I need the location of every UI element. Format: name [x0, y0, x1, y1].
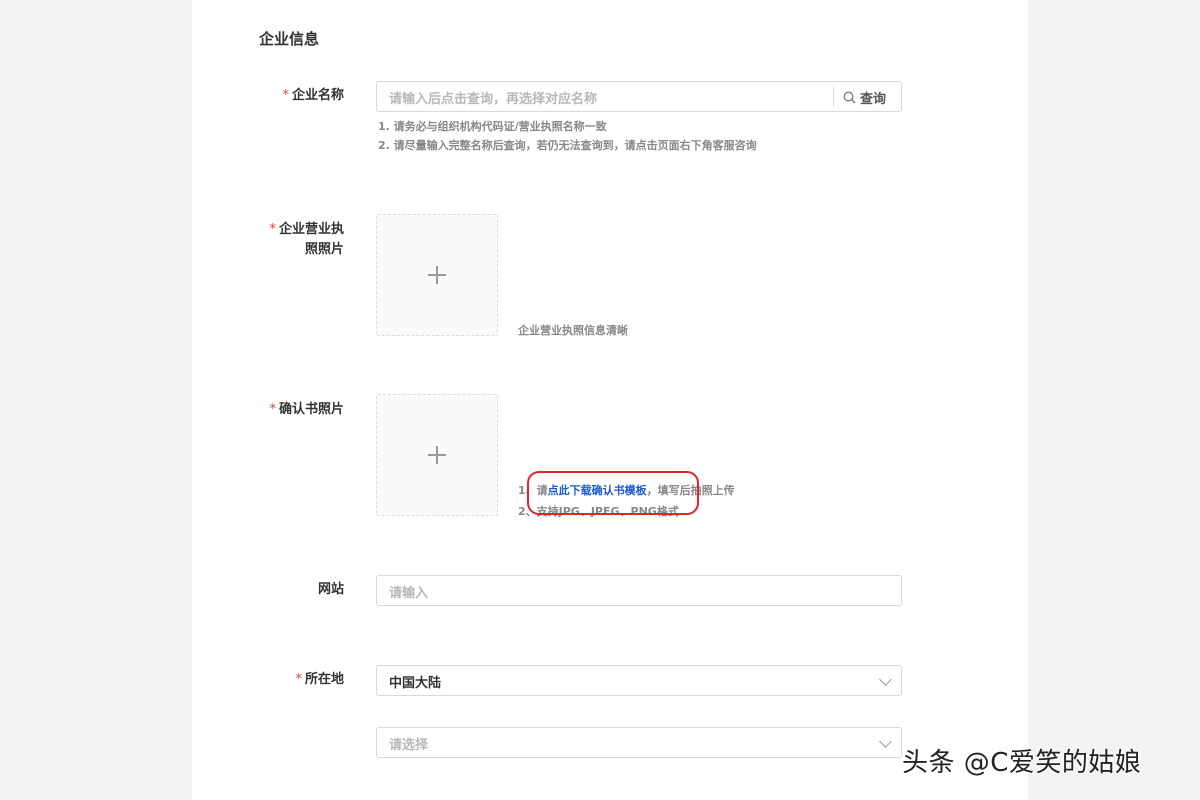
- company-name-label: * 企业名称: [282, 88, 344, 103]
- license-photo-hint: 企业营业执照信息清晰: [518, 324, 628, 337]
- website-placeholder: 请输入: [389, 586, 429, 601]
- location-select[interactable]: 中国大陆: [376, 665, 902, 696]
- query-label: 查询: [860, 91, 887, 107]
- required-mark: *: [295, 672, 302, 687]
- company-name-placeholder: 请输入后点击查询，再选择对应名称: [389, 92, 598, 107]
- highlight-annotation: [527, 471, 699, 515]
- search-icon: [843, 91, 856, 103]
- license-photo-upload[interactable]: [376, 214, 498, 336]
- company-name-hint-1: 1. 请务必与组织机构代码证/营业执照名称一致: [378, 120, 607, 133]
- confirm-photo-upload[interactable]: [376, 394, 498, 516]
- region-placeholder: 请选择: [389, 738, 429, 753]
- query-button[interactable]: 查询: [843, 87, 886, 107]
- company-name-input[interactable]: 请输入后点击查询，再选择对应名称 查询: [376, 81, 902, 112]
- website-input[interactable]: 请输入: [376, 575, 902, 606]
- required-mark: *: [269, 222, 276, 237]
- chevron-down-icon: [879, 673, 892, 686]
- required-mark: *: [269, 402, 276, 417]
- query-divider: [833, 87, 834, 107]
- required-mark: *: [282, 88, 289, 103]
- section-title: 企业信息: [259, 30, 320, 48]
- plus-icon: [428, 266, 446, 284]
- form-card: 企业信息 * 企业名称 请输入后点击查询，再选择对应名称 查询 1. 请务必与组织…: [192, 0, 1028, 800]
- watermark: 头条 @C爱笑的姑娘: [902, 748, 1142, 778]
- company-name-hint-2: 2. 请尽量输入完整名称后查询，若仍无法查询到，请点击页面右下角客服咨询: [378, 139, 757, 152]
- chevron-down-icon: [879, 735, 892, 748]
- website-label: 网站: [317, 582, 344, 597]
- license-photo-label: * 企业营业执 照照片: [269, 222, 344, 257]
- region-select[interactable]: 请选择: [376, 727, 902, 758]
- location-label: * 所在地: [295, 672, 344, 687]
- plus-icon: [428, 446, 446, 464]
- location-selected: 中国大陆: [389, 676, 442, 691]
- confirm-photo-label: * 确认书照片: [269, 402, 344, 417]
